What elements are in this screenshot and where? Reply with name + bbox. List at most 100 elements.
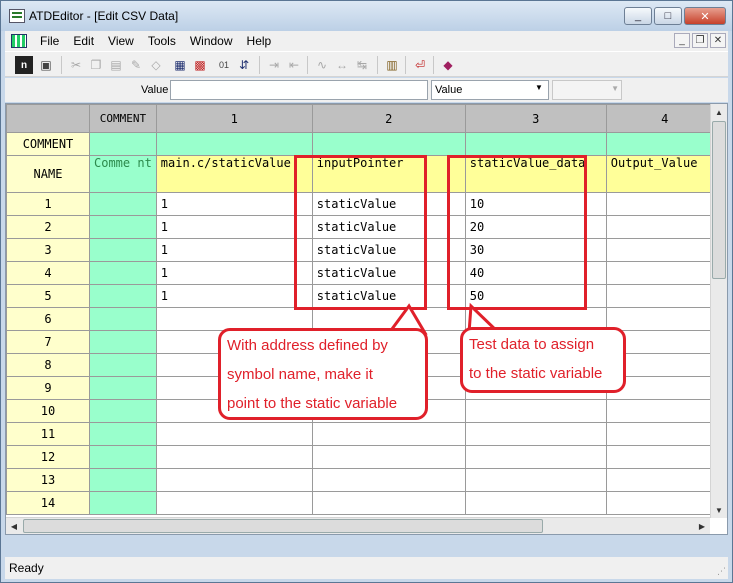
scroll-down-icon[interactable]: ▼ [711, 502, 727, 518]
menu-view[interactable]: View [101, 34, 141, 48]
row-number[interactable]: 6 [6, 307, 90, 331]
data-cell-col2[interactable]: staticValue [311, 192, 466, 216]
comment-cell[interactable] [155, 132, 313, 156]
horizontal-scroll-thumb[interactable] [23, 519, 543, 533]
row-number[interactable]: 9 [6, 376, 90, 400]
import-icon[interactable]: ⇤ [285, 56, 303, 74]
comment-cell[interactable] [311, 132, 466, 156]
data-cell-col1[interactable]: 1 [155, 238, 313, 262]
vertical-scrollbar[interactable]: ▲ ▼ [710, 104, 727, 518]
cut-icon[interactable]: ✂ [67, 56, 85, 74]
data-cell-col4[interactable] [605, 192, 724, 216]
row-number[interactable]: 3 [6, 238, 90, 262]
data-cell-col2[interactable]: staticValue [311, 284, 466, 308]
edit-icon[interactable]: ✎ [127, 56, 145, 74]
data-cell-col3[interactable] [464, 399, 607, 423]
eraser-icon[interactable]: ◇ [147, 56, 165, 74]
data-cell-col3[interactable]: 30 [464, 238, 607, 262]
maximize-button[interactable]: □ [654, 7, 682, 25]
data-cell-col2[interactable] [311, 491, 466, 515]
menu-window[interactable]: Window [183, 34, 240, 48]
data-cell-col4[interactable] [605, 284, 724, 308]
row-number[interactable]: 5 [6, 284, 90, 308]
comment-cell[interactable] [605, 132, 724, 156]
scroll-left-icon[interactable]: ◀ [6, 518, 22, 534]
close-button[interactable]: ✕ [684, 7, 726, 25]
data-cell-col1[interactable]: 1 [155, 192, 313, 216]
row-number[interactable]: 14 [6, 491, 90, 515]
scroll-right-icon[interactable]: ▶ [694, 518, 710, 534]
range-icon[interactable]: ↹ [353, 56, 371, 74]
comment-cell[interactable] [89, 215, 157, 239]
data-cell-col3[interactable]: 40 [464, 261, 607, 285]
data-cell-col1[interactable] [155, 491, 313, 515]
mdi-close-button[interactable]: ✕ [710, 33, 726, 48]
name-cell-3[interactable]: staticValue_data [464, 155, 607, 193]
row-header-name[interactable]: NAME [6, 155, 90, 193]
minimize-button[interactable]: _ [624, 7, 652, 25]
col-header-comment[interactable]: COMMENT [89, 104, 157, 133]
row-number[interactable]: 8 [6, 353, 90, 377]
comment-cell[interactable] [464, 132, 607, 156]
data-cell-col3[interactable] [464, 445, 607, 469]
scroll-up-icon[interactable]: ▲ [711, 104, 727, 120]
run-icon[interactable]: ⏎ [411, 56, 429, 74]
data-cell-col1[interactable] [155, 422, 313, 446]
data-cell-col4[interactable] [605, 261, 724, 285]
export-icon[interactable]: ⇥ [265, 56, 283, 74]
data-cell-col4[interactable] [605, 468, 724, 492]
secondary-select[interactable]: ▼ [552, 80, 622, 100]
resize-grip-icon[interactable]: ⋰ [717, 566, 726, 577]
data-cell-col4[interactable] [605, 307, 724, 331]
row-number[interactable]: 12 [6, 445, 90, 469]
data-cell-col3[interactable]: 20 [464, 215, 607, 239]
data-cell-col4[interactable] [605, 422, 724, 446]
data-cell-col3[interactable] [464, 422, 607, 446]
save-icon[interactable]: ▣ [37, 56, 55, 74]
copy-icon[interactable]: ❐ [87, 56, 105, 74]
row-number[interactable]: 11 [6, 422, 90, 446]
row-number[interactable]: 7 [6, 330, 90, 354]
data-cell-col1[interactable] [155, 468, 313, 492]
data-cell-col2[interactable]: staticValue [311, 238, 466, 262]
paste-icon[interactable]: ▤ [107, 56, 125, 74]
data-cell-col4[interactable] [605, 215, 724, 239]
comment-cell[interactable] [89, 307, 157, 331]
comment-cell[interactable] [89, 399, 157, 423]
horizontal-scrollbar[interactable]: ◀ ▶ [6, 517, 710, 534]
comment-cell[interactable] [89, 353, 157, 377]
data-cell-col3[interactable]: 50 [464, 284, 607, 308]
data-cell-col1[interactable] [155, 445, 313, 469]
comment-cell[interactable] [89, 491, 157, 515]
col-header-2[interactable]: 2 [311, 104, 466, 133]
data-cell-col1[interactable]: 1 [155, 261, 313, 285]
name-cell-4[interactable]: Output_Value [605, 155, 724, 193]
data-cell-col2[interactable]: staticValue [311, 215, 466, 239]
data-cell-col2[interactable] [311, 468, 466, 492]
value-input[interactable] [170, 80, 428, 100]
row-header-comment[interactable]: COMMENT [6, 132, 90, 156]
comment-cell[interactable] [89, 261, 157, 285]
comment-cell[interactable] [89, 468, 157, 492]
data-cell-col1[interactable]: 1 [155, 215, 313, 239]
data-cell-col4[interactable] [605, 491, 724, 515]
sort-icon[interactable]: ⇵ [235, 56, 253, 74]
grid-icon[interactable]: ▦ [171, 56, 189, 74]
comment-cell[interactable] [89, 284, 157, 308]
menu-tools[interactable]: Tools [141, 34, 183, 48]
comment-cell[interactable] [89, 192, 157, 216]
data-cell-col3[interactable] [464, 468, 607, 492]
data-cell-col2[interactable] [311, 445, 466, 469]
data-cell-col3[interactable]: 10 [464, 192, 607, 216]
comment-cell[interactable] [89, 238, 157, 262]
comment-cell[interactable] [89, 132, 157, 156]
row-number[interactable]: 13 [6, 468, 90, 492]
build-icon[interactable]: ▥ [383, 56, 401, 74]
binary-icon[interactable]: 01 [215, 56, 233, 74]
vertical-scroll-thumb[interactable] [712, 121, 726, 279]
wave-icon[interactable]: ∿ [313, 56, 331, 74]
name-cell-comment[interactable]: Comme nt [89, 155, 157, 193]
data-cell-col2[interactable]: staticValue [311, 261, 466, 285]
comment-cell[interactable] [89, 422, 157, 446]
name-cell-2[interactable]: inputPointer [311, 155, 466, 193]
